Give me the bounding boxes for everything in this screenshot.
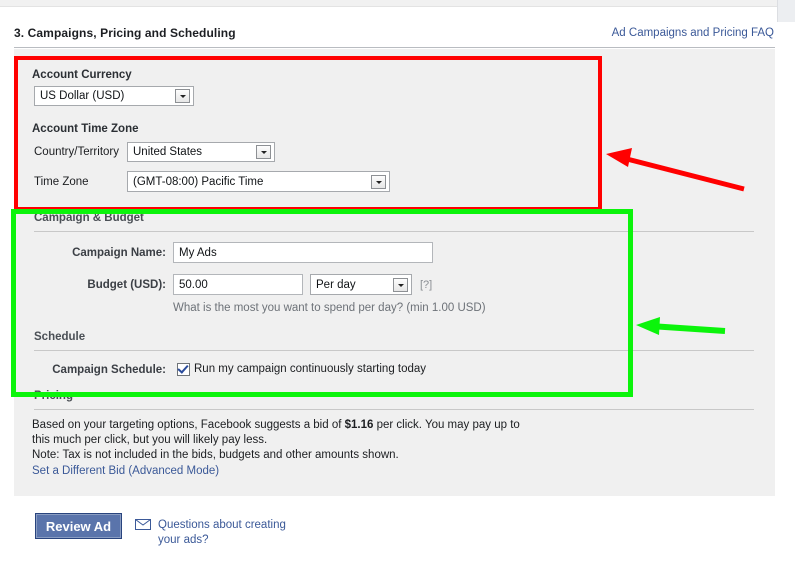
pricing-heading: Pricing [34,390,73,402]
page-title: 3. Campaigns, Pricing and Scheduling [14,26,236,40]
campaign-name-label: Campaign Name: [72,247,166,259]
budget-label: Budget (USD): [87,279,166,291]
budget-hint-text: What is the most you want to spend per d… [173,302,486,314]
account-currency-select[interactable]: US Dollar (USD) [34,86,194,106]
country-territory-value: United States [133,146,203,158]
time-zone-select[interactable]: (GMT-08:00) Pacific Time [127,171,390,192]
set-different-bid-link[interactable]: Set a Different Bid (Advanced Mode) [32,465,219,477]
campaign-name-input[interactable] [173,242,433,263]
chevron-down-icon[interactable] [393,277,408,292]
run-continuously-label[interactable]: Run my campaign continuously starting to… [194,363,426,375]
schedule-heading: Schedule [34,331,86,343]
campaign-schedule-label: Campaign Schedule: [52,364,166,376]
run-continuously-checkbox[interactable] [177,362,190,376]
budget-amount-input[interactable] [173,274,303,295]
campaign-budget-heading: Campaign & Budget [34,212,144,224]
budget-help-icon[interactable]: [?] [420,279,432,291]
budget-period-value: Per day [316,278,356,291]
time-zone-label: Time Zone [34,176,89,188]
section-header: 3. Campaigns, Pricing and Scheduling Ad … [0,26,795,48]
pricing-line1-before: Based on your targeting options, Faceboo… [32,419,345,431]
campaign-budget-divider [34,231,754,232]
budget-period-select[interactable]: Per day [310,274,412,295]
account-time-zone-heading: Account Time Zone [32,123,139,135]
time-zone-value: (GMT-08:00) Pacific Time [133,175,264,188]
account-currency-value: US Dollar (USD) [40,90,125,102]
scrollbar-corner-panel [777,0,795,22]
chevron-down-icon[interactable] [256,145,271,159]
schedule-divider [34,350,754,351]
header-divider [14,47,775,48]
review-ad-button[interactable]: Review Ad [35,513,122,539]
suggested-bid-amount: $1.16 [344,419,374,431]
chevron-down-icon[interactable] [175,89,190,103]
checkmark-icon [177,362,189,374]
account-currency-heading: Account Currency [32,69,132,81]
pricing-description: Based on your targeting options, Faceboo… [32,418,532,448]
questions-about-ads-link[interactable]: Questions about creating your ads? [158,518,310,548]
window-top-strip [0,0,795,7]
envelope-icon [135,519,151,530]
pricing-tax-note: Note: Tax is not included in the bids, b… [32,449,399,461]
ad-campaigns-pricing-faq-link[interactable]: Ad Campaigns and Pricing FAQ [612,27,774,39]
country-territory-select[interactable]: United States [127,142,275,162]
pricing-divider [34,409,754,410]
country-territory-label: Country/Territory [34,146,119,158]
chevron-down-icon[interactable] [371,174,386,189]
